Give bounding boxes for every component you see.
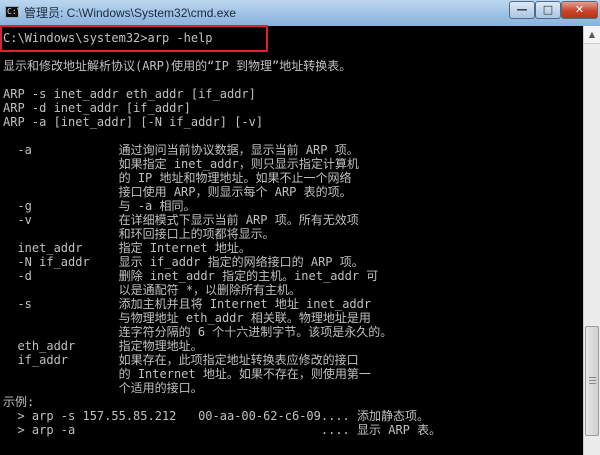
console-line: 的 Internet 地址。如果不存在，则使用第一 (3, 367, 371, 381)
console-line: C:\Windows\system32>arp -help (3, 31, 213, 45)
console-line: 和环回接口上的项都将显示。 (3, 227, 275, 241)
vertical-scrollbar[interactable]: ▲ (583, 26, 600, 455)
console-line: -s 添加主机并且将 Internet 地址 inet_addr (3, 297, 372, 311)
grip-line (589, 383, 596, 384)
close-button[interactable]: ✕ (561, 1, 598, 19)
console-line: if_addr 如果存在，此项指定地址转换表应修改的接口 (3, 353, 359, 367)
console-output[interactable]: C:\Windows\system32>arp -help 显示和修改地址解析协… (0, 26, 583, 455)
console-line: -g 与 -a 相同。 (3, 199, 196, 213)
console-line: 个适用的接口。 (3, 381, 203, 395)
minimize-button[interactable]: — (509, 1, 535, 19)
grip-line (589, 377, 596, 378)
console-line: ARP -a [inet_addr] [-N if_addr] [-v] (3, 115, 264, 129)
console-line: 显示和修改地址解析协议(ARP)使用的“IP 到物理”地址转换表。 (3, 59, 352, 73)
console-line: 示例: (3, 395, 35, 409)
console-line: 与物理地址 eth_addr 相关联。物理地址是用 (3, 311, 371, 325)
console-line: > arp -a .... 显示 ARP 表。 (3, 423, 442, 437)
console-line: -N if_addr 显示 if_addr 指定的网络接口的 ARP 项。 (3, 255, 364, 269)
console-line: 接口使用 ARP，则显示每个 ARP 表的项。 (3, 185, 352, 199)
console-line: ARP -d inet_addr [if_addr] (3, 101, 191, 115)
scroll-up-arrow-icon[interactable]: ▲ (584, 26, 600, 44)
window-title: 管理员: C:\Windows\System32\cmd.exe (24, 6, 237, 20)
console-line: eth_addr 指定物理地址。 (3, 339, 203, 353)
title-bar[interactable]: C:\ 管理员: C:\Windows\System32\cmd.exe — □… (0, 0, 600, 27)
console-line: ARP -s inet_addr eth_addr [if_addr] (3, 87, 256, 101)
console-line: 的 IP 地址和物理地址。如果不止一个网络 (3, 171, 352, 185)
scroll-thumb[interactable] (585, 326, 599, 436)
cmd-icon: C:\ (5, 6, 22, 18)
console-line: -d 删除 inet_addr 指定的主机。inet_addr 可 (3, 269, 379, 283)
console-line: 以是通配符 *，以删除所有主机。 (3, 283, 302, 297)
console-line: 如果指定 inet_addr，则只显示指定计算机 (3, 157, 359, 171)
grip-line (589, 380, 596, 381)
console-line: inet_addr 指定 Internet 地址。 (3, 241, 251, 255)
console-line: -v 在详细模式下显示当前 ARP 项。所有无效项 (3, 213, 359, 227)
console-line: > arp -s 157.55.85.212 00-aa-00-62-c6-09… (3, 409, 430, 423)
maximize-button[interactable]: □ (535, 1, 561, 19)
console-line: -a 通过询问当前协议数据，显示当前 ARP 项。 (3, 143, 359, 157)
console-line: 连字符分隔的 6 个十六进制字节。该项是永久的。 (3, 325, 393, 339)
